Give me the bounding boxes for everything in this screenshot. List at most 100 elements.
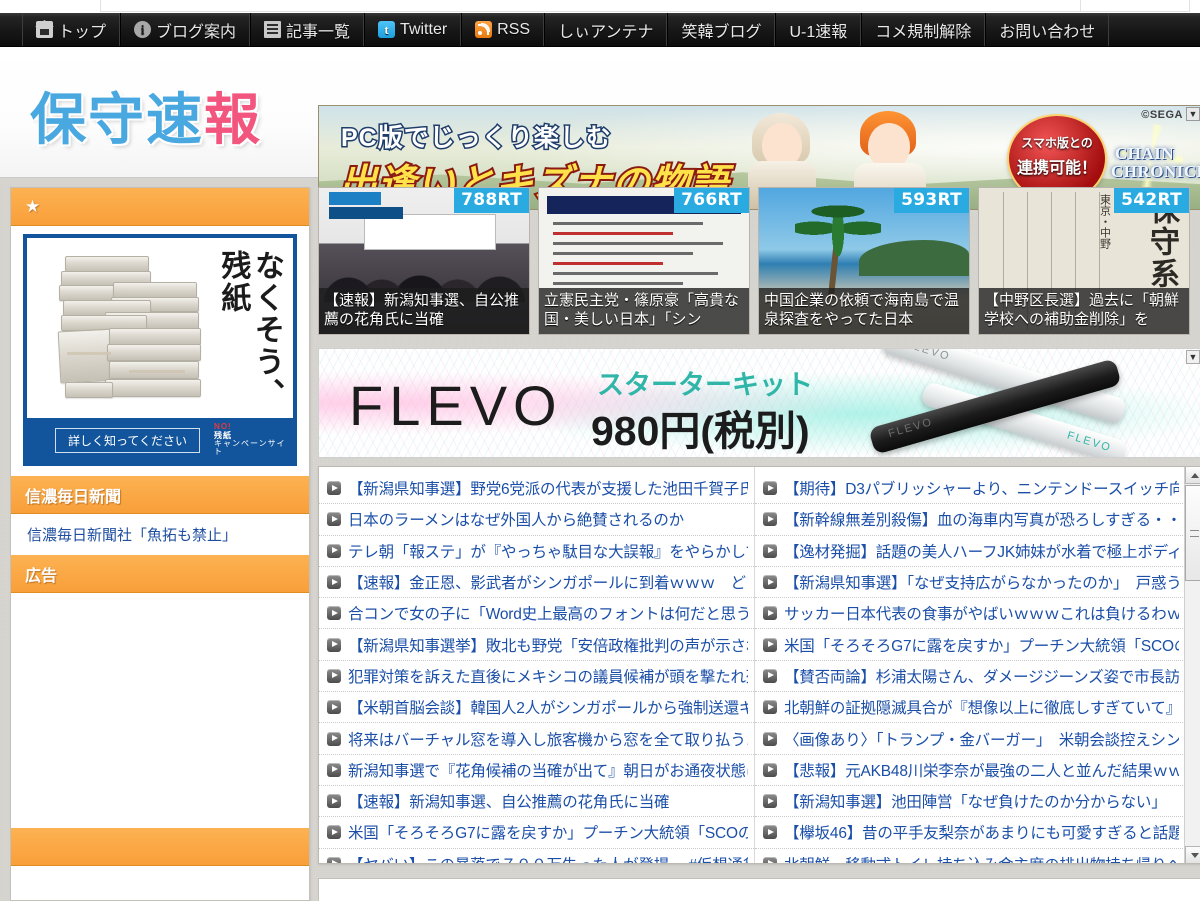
nav-item-shokan-blog[interactable]: 笑韓ブログ <box>667 13 776 46</box>
nav-item-blog-guide[interactable]: ブログ案内 <box>120 13 251 46</box>
list-item[interactable]: サッカー日本代表の食事がやばいｗｗｗこれは負けるわｗｗｗ <box>755 598 1185 630</box>
list-item[interactable]: 【賛否両論】杉浦太陽さん、ダメージジーンズ姿で市長訪問・ <box>755 661 1185 693</box>
play-icon <box>327 856 341 863</box>
home-icon <box>36 21 53 38</box>
list-item[interactable]: 【米朝首脳会談】韓国人2人がシンガポールから強制送還キター <box>319 692 754 724</box>
list-item[interactable]: 北朝鮮の証拠隠滅具合が『想像以上に徹底しすぎていて』日本 <box>755 692 1185 724</box>
sidebar-ad-zanshi[interactable]: なくそう、残紙 詳しく知ってください NO! 残紙 キャンペーンサイト <box>23 234 297 466</box>
sidebar-ad-cta-button[interactable]: 詳しく知ってください <box>55 427 201 453</box>
thumbnail-card[interactable]: 593RT 中国企業の依頼で海南島で温泉探査をやってた日本 <box>758 187 970 335</box>
nav-item-twitter[interactable]: Twitter <box>364 13 462 46</box>
article-list-left-column: 【新潟県知事選】野党6党派の代表が支援した池田千賀子氏は 日本のラーメンはなぜ外… <box>319 467 755 863</box>
play-icon <box>763 606 777 621</box>
list-item[interactable]: 【悲報】元AKB48川栄李奈が最強の二人と並んだ結果ｗｗｗｗ <box>755 755 1185 786</box>
list-item[interactable]: 【新潟知事選】池田陣営「なぜ負けたのか分からない」 <box>755 786 1185 818</box>
close-icon[interactable]: ▼ <box>1186 350 1200 364</box>
article-title: 【速報】新潟知事選、自公推薦の花角氏に当確 <box>348 794 670 812</box>
list-item[interactable]: 米国「そろそろG7に露を戻すか」プーチン大統領「SCOの人口 <box>755 629 1185 661</box>
nav-label: 笑韓ブログ <box>681 23 762 41</box>
site-logo-main: 保守速 <box>30 88 204 153</box>
article-title: 合コンで女の子に「Word史上最高のフォントは何だと思う？」 <box>348 606 748 624</box>
nav-item-top[interactable]: トップ <box>22 13 121 46</box>
list-item[interactable]: 【新潟県知事選】野党6党派の代表が支援した池田千賀子氏は <box>319 473 754 505</box>
list-item[interactable]: 【新潟県知事選】「なぜ支持広がらなかったのか」 戸惑う池 <box>755 567 1185 599</box>
list-item[interactable]: 【速報】新潟知事選、自公推薦の花角氏に当確 <box>319 786 754 818</box>
close-icon[interactable]: ▼ <box>1186 107 1200 121</box>
newspaper-stack-image <box>57 256 209 421</box>
nav-item-contact[interactable]: お問い合わせ <box>985 13 1110 46</box>
article-title: 将来はバーチャル窓を導入し旅客機から窓を全て取り払う…エ <box>348 731 748 749</box>
play-icon <box>763 575 777 590</box>
list-item[interactable]: 将来はバーチャル窓を導入し旅客機から窓を全て取り払う…エ <box>319 723 754 755</box>
scrollbar-thumb[interactable] <box>1185 485 1200 581</box>
flevo-price: 980円(税別) <box>591 408 810 454</box>
thumbnail-caption: 【中野区長選】過去に「朝鮮学校への補助金削除」を <box>979 288 1189 334</box>
top-banner-badge-line1: スマホ版との <box>1021 136 1093 150</box>
flevo-brand: FLEVO <box>349 374 563 437</box>
play-icon <box>763 794 777 809</box>
article-title: 【米朝首脳会談】韓国人2人がシンガポールから強制送還キター <box>348 700 748 718</box>
sidebar-link-shinano[interactable]: 信濃毎日新聞社「魚拓も禁止」 <box>11 514 309 555</box>
article-title: 【新幹線無差別殺傷】血の海車内写真が恐ろしすぎる・・・： <box>784 512 1179 530</box>
nav-item-rss[interactable]: RSS <box>461 13 545 46</box>
list-item[interactable]: 【ヤバい】この暴落で７００万失った人が登場… #仮想通貨 $ <box>319 849 754 863</box>
list-item[interactable]: 【期待】D3パブリッシャーより、ニンテンドースイッチ向け4 <box>755 473 1185 505</box>
article-title: 【新潟知事選】池田陣営「なぜ負けたのか分からない」 <box>784 794 1167 812</box>
list-item[interactable]: 新潟知事選で『花角候補の当確が出て』朝日がお通夜状態に突 <box>319 755 754 786</box>
list-item[interactable]: 【新潟県知事選挙】敗北も野党「安倍政権批判の声が示された <box>319 629 754 661</box>
article-title: サッカー日本代表の食事がやばいｗｗｗこれは負けるわｗｗｗ <box>784 606 1179 624</box>
play-icon <box>763 700 777 715</box>
scroll-up-arrow-icon[interactable] <box>1185 467 1200 484</box>
nav-label: トップ <box>58 23 107 41</box>
list-item[interactable]: 【新幹線無差別殺傷】血の海車内写真が恐ろしすぎる・・・： <box>755 504 1185 536</box>
list-item[interactable]: 北朝鮮、移動式トイレ持ち込み金主席の排出物持ち帰りへ <box>755 849 1185 863</box>
site-logo[interactable]: 保守速報 <box>30 75 262 156</box>
popular-thumbnails: 788RT 【速報】新潟知事選、自公推薦の花角氏に当確 766RT 立憲民主党・… <box>318 187 1200 340</box>
list-item[interactable]: 【欅坂46】昔の平手友梨奈があまりにも可愛すぎると話題にｗ <box>755 817 1185 849</box>
list-item[interactable]: テレ朝「報ステ」が『やっちゃ駄目な大誤報』をやらかして豐 <box>319 536 754 567</box>
article-title: 【ヤバい】この暴落で７００万失った人が登場… #仮想通貨 $ <box>348 853 748 863</box>
nav-label: ブログ案内 <box>156 23 237 41</box>
main-content: 788RT 【速報】新潟知事選、自公推薦の花角氏に当確 766RT 立憲民主党・… <box>318 187 1200 864</box>
play-icon <box>327 543 341 558</box>
nav-label: U-1速報 <box>789 23 848 41</box>
article-list-scrollbar[interactable] <box>1184 467 1200 863</box>
nav-label: しぃアンテナ <box>558 23 654 41</box>
thumbnail-caption: 【速報】新潟知事選、自公推薦の花角氏に当確 <box>319 288 529 334</box>
top-sliver-box-right <box>1080 0 1190 12</box>
nav-item-u1-sokuhou[interactable]: U-1速報 <box>775 13 862 46</box>
main-bottom-panel <box>318 878 1200 901</box>
scroll-down-arrow-icon[interactable] <box>1185 846 1200 863</box>
list-item[interactable]: 犯罪対策を訴えた直後にメキシコの議員候補が頭を撃たれ死亡 <box>319 661 754 693</box>
list-item[interactable]: 日本のラーメンはなぜ外国人から絶賛されるのか <box>319 504 754 536</box>
page-body: ★ なくそう、残紙 詳しく知ってください NO! 残紙 キャンペーンサイト 信濃… <box>0 179 1200 901</box>
document-icon <box>264 21 282 38</box>
nav-item-article-list[interactable]: 記事一覧 <box>250 13 365 46</box>
nav-item-comment-unblock[interactable]: コメ規制解除 <box>861 13 986 46</box>
twitter-icon <box>378 21 396 38</box>
play-icon <box>763 543 777 558</box>
list-item[interactable]: 〈画像あり〉「トランプ・金バーガー」 米朝会談控えシンガ <box>755 723 1185 755</box>
top-banner-line1: PC版でじっくり楽しむ <box>340 123 613 154</box>
list-item[interactable]: 【速報】金正恩、影武者がシンガポールに到着ｗｗｗ どう見 <box>319 567 754 599</box>
thumbnail-card[interactable]: 766RT 立憲民主党・篠原豪「高貴な国・美しい日本」「シン <box>538 187 750 335</box>
sidebar-ad-headline: なくそう、残紙 <box>215 250 284 410</box>
nav-item-shii-antenna[interactable]: しぃアンテナ <box>544 13 668 46</box>
article-title: 〈画像あり〉「トランプ・金バーガー」 米朝会談控えシンガ <box>784 731 1179 749</box>
flevo-banner-ad[interactable]: FLEVO スターターキット 980円(税別) FLEVO FLEVO FLEV… <box>318 348 1200 458</box>
list-item[interactable]: 合コンで女の子に「Word史上最高のフォントは何だと思う？」 <box>319 598 754 630</box>
global-nav: トップ ブログ案内 記事一覧 Twitter RSS しぃアンテナ 笑韓ブログ … <box>0 13 1200 47</box>
thumbnail-card[interactable]: 788RT 【速報】新潟知事選、自公推薦の花角氏に当確 <box>318 187 530 335</box>
top-banner-badge-line2: 連携可能！ <box>1016 160 1097 177</box>
article-title: 【欅坂46】昔の平手友梨奈があまりにも可愛すぎると話題にｗ <box>784 825 1179 843</box>
sidebar-ad-brand: NO! 残紙 キャンペーンサイト <box>214 422 293 457</box>
sidebar-header-shinano: 信濃毎日新聞 <box>11 476 309 514</box>
list-item[interactable]: 米国「そろそろG7に露を戻すか」プーチン大統領「SCOの人口 <box>319 817 754 849</box>
site-header: 保守速報 PC版でじっくり楽しむ 出逢いとキズナの物語 スマホ版との 連携可能！… <box>0 47 1200 210</box>
play-icon <box>327 481 341 496</box>
thumbnail-card[interactable]: 東京・中野 保守系 542RT 【中野区長選】過去に「朝鮮学校への補助金削除」を <box>978 187 1190 335</box>
list-item[interactable]: 【逸材発掘】話題の美人ハーフJK姉妹が水着で極上ボディ解禁 <box>755 536 1185 567</box>
article-title: 【悲報】元AKB48川栄李奈が最強の二人と並んだ結果ｗｗｗｗ <box>784 762 1179 780</box>
play-icon <box>327 731 341 746</box>
retweet-badge: 766RT <box>674 188 749 213</box>
